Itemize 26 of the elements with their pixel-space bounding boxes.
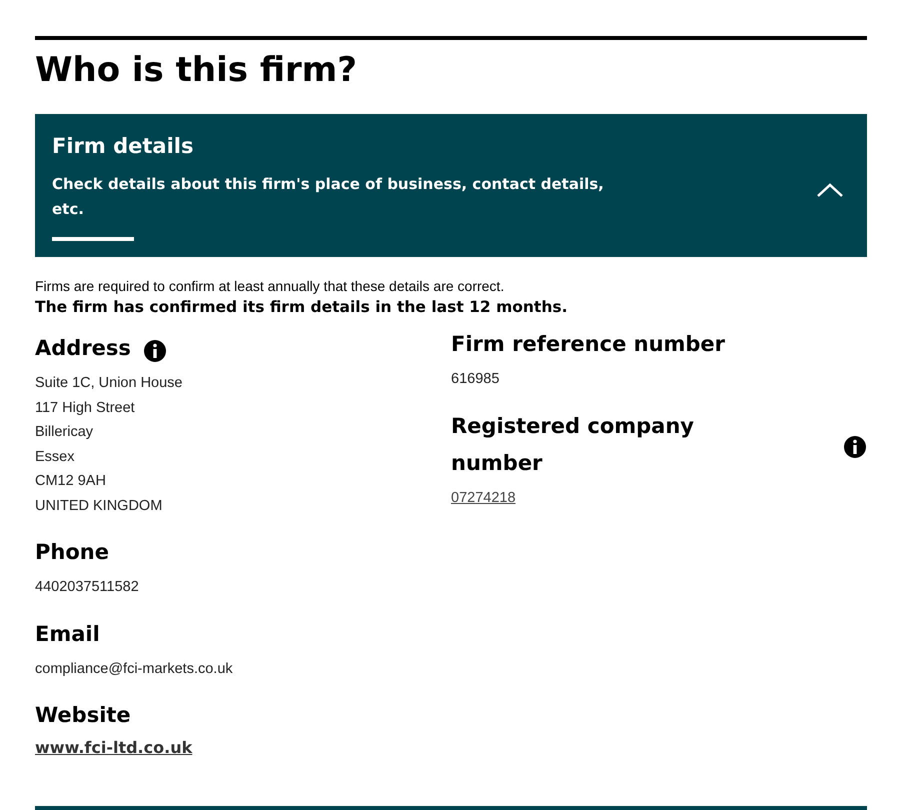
field-value: Suite 1C, Union House xyxy=(35,374,184,393)
field-value: 616985 xyxy=(451,370,500,389)
page-title: Who is this firm? xyxy=(35,50,358,90)
field-value: 117 High Street xyxy=(35,398,136,418)
firm-details-panel[interactable]: Firm details Check details about this firm's place of business, contact details, etc. xyxy=(35,114,867,257)
notice-text: Firms are required to confirm at least annually that these details are correct. xyxy=(35,278,506,294)
field-value: CM12 9AH xyxy=(35,472,107,491)
website-link[interactable]: www.fci-ltd.co.uk xyxy=(35,738,192,757)
field-value: Essex xyxy=(35,448,76,466)
panel-title: Firm details xyxy=(52,134,194,158)
confirmation-text: The firm has confirmed its firm details in the last 12 months. xyxy=(35,298,568,316)
field-value: Billericay xyxy=(35,423,94,442)
field-value: UNITED KINGDOM xyxy=(35,496,164,516)
field-label: Phone xyxy=(35,539,109,566)
field-label: Firm reference number xyxy=(451,331,726,358)
info-icon[interactable] xyxy=(142,338,167,362)
field-value: compliance@fci-markets.co.uk xyxy=(35,660,234,678)
field-label: Email xyxy=(35,620,100,648)
field-label: Website xyxy=(35,702,131,729)
chevron-icon[interactable] xyxy=(816,182,844,198)
field-label: Address xyxy=(35,335,131,362)
panel-description: Check details about this firm's place of business, contact details, etc. xyxy=(52,174,605,220)
company-number-link[interactable]: 07274218 xyxy=(451,486,867,510)
field-value: 4402037511582 xyxy=(35,578,140,597)
info-icon[interactable] xyxy=(843,434,867,458)
field-label: Registered company number xyxy=(451,412,695,476)
